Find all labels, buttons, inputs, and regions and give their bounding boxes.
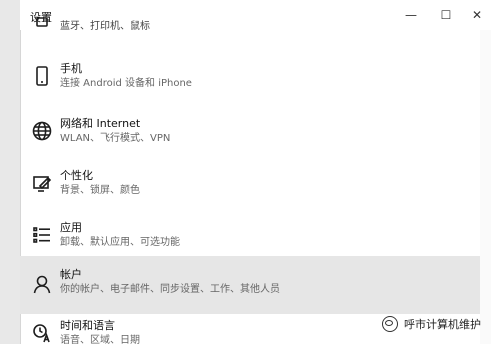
apps-list-icon [30,223,54,247]
watermark: 呼市计算机维护 [382,316,481,332]
settings-item-personalization[interactable]: 个性化 背景、锁屏、颜色 [20,161,480,213]
settings-item-subtitle: 连接 Android 设备和 iPhone [60,78,192,89]
personalization-icon [30,171,54,195]
settings-category-list: 蓝牙、打印机、鼠标 手机 连接 Android 设备和 iPhone 网络和 I… [20,16,480,346]
time-language-icon [30,321,54,345]
settings-item-subtitle: 语音、区域、日期 [60,335,140,346]
printer-icon [30,17,54,29]
settings-item-subtitle: 卸载、默认应用、可选功能 [60,237,180,248]
background-window-edge [0,0,21,344]
settings-item-subtitle: WLAN、飞行模式、VPN [60,133,171,144]
settings-item-title: 个性化 [60,169,93,182]
settings-item-phone[interactable]: 手机 连接 Android 设备和 iPhone [20,54,480,106]
settings-window: 设置 — ☐ ✕ 蓝牙、打印机、鼠标 手机 连接 Android 设备和 iPh… [0,0,491,346]
settings-item-subtitle: 背景、锁屏、颜色 [60,185,140,196]
person-icon [30,272,54,296]
settings-item-devices[interactable]: 蓝牙、打印机、鼠标 [20,16,480,40]
settings-item-network[interactable]: 网络和 Internet WLAN、飞行模式、VPN [20,109,480,161]
settings-item-subtitle: 蓝牙、打印机、鼠标 [60,21,150,32]
wechat-icon [382,316,398,332]
globe-icon [30,119,54,143]
settings-item-title: 应用 [60,221,82,234]
settings-item-accounts[interactable]: 帐户 你的帐户、电子邮件、同步设置、工作、其他人员 [20,256,480,314]
phone-icon [30,64,54,88]
watermark-text: 呼市计算机维护 [404,318,481,331]
settings-item-title: 手机 [60,62,82,75]
settings-item-subtitle: 你的帐户、电子邮件、同步设置、工作、其他人员 [60,284,280,295]
settings-item-title: 帐户 [60,268,82,281]
settings-item-title: 网络和 Internet [60,117,141,130]
scrollbar-track[interactable] [480,30,491,344]
